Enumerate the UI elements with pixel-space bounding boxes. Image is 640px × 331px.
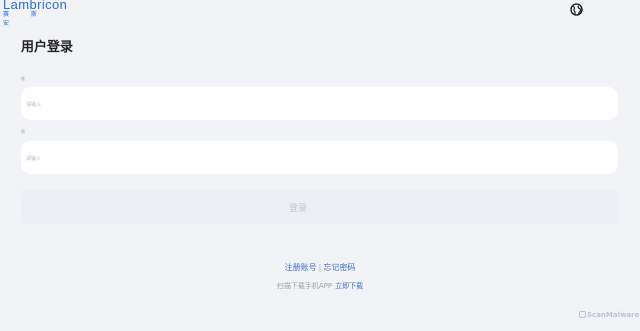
username-input[interactable] xyxy=(21,87,625,122)
password-input[interactable] xyxy=(21,141,625,176)
register-link[interactable]: 注册账号 xyxy=(285,263,317,272)
app-download-link[interactable]: 立即下载 xyxy=(335,282,363,290)
forgot-password-link[interactable]: 忘记密码 xyxy=(323,263,355,272)
username-field-box xyxy=(21,87,625,122)
password-label: 密 xyxy=(21,129,25,134)
watermark-text: ScanMalware xyxy=(587,311,640,319)
language-button[interactable] xyxy=(570,1,583,16)
logo-subtitle: 赛 斯 安 xyxy=(3,11,47,27)
link-separator: | xyxy=(318,263,322,272)
app-download-line: 扫描下载手机APP 立即下载 xyxy=(0,281,640,291)
account-links: 注册账号 | 忘记密码 xyxy=(0,262,640,273)
watermark: ScanMalware xyxy=(579,311,639,319)
page-title: 用户登录 xyxy=(21,40,74,55)
password-field-box xyxy=(21,141,625,176)
brand-logo: Lambricon 赛 斯 安 xyxy=(3,0,71,27)
scan-icon xyxy=(579,311,586,318)
globe-icon xyxy=(570,3,583,16)
login-button[interactable]: 登录 xyxy=(256,190,340,224)
username-label: 账 xyxy=(21,76,25,81)
app-download-prompt: 扫描下载手机APP xyxy=(276,282,333,290)
